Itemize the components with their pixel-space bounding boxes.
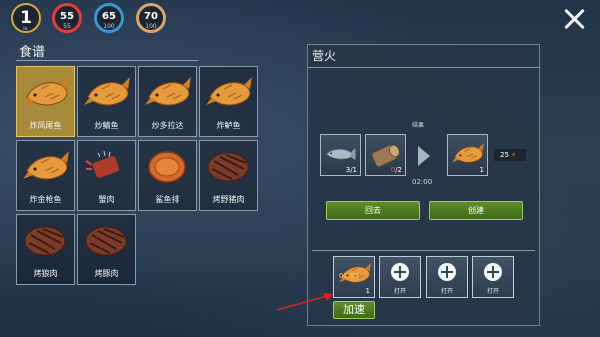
recipe-label: 炸金枪鱼: [29, 195, 62, 204]
energy-cost: 25 ⚡: [494, 149, 526, 161]
back-button[interactable]: 回去: [326, 201, 420, 220]
recipe-label: 炒多拉达: [151, 121, 184, 130]
bolt-icon: ⚡: [511, 151, 517, 159]
result-label: 结果: [412, 122, 425, 129]
water-gauge: 65 100: [94, 3, 124, 33]
water-max: 100: [103, 23, 115, 30]
fried-fish-icon: [23, 150, 69, 180]
recipe-label: 炸凤尾鱼: [29, 121, 62, 130]
recipe-tile[interactable]: 炸鲈鱼: [199, 66, 258, 137]
recipes-divider: [16, 60, 198, 61]
recipe-label: 炒鲭鱼: [94, 121, 119, 130]
steak-icon: [207, 152, 249, 182]
recipe-label: 烤野猪肉: [212, 195, 245, 204]
shark-steak-icon: [148, 151, 186, 183]
recipe-tile[interactable]: 烤野猪肉: [199, 140, 258, 211]
health-gauge: 55 55: [52, 3, 82, 33]
recipe-tile[interactable]: 鲨鱼排: [138, 140, 197, 211]
speed-up-button[interactable]: 加速: [333, 301, 375, 319]
log-icon: [370, 143, 402, 168]
queue-slot-label: 打开: [486, 288, 499, 295]
result-slot: 1: [447, 134, 488, 176]
recipe-tile[interactable]: 炒鲭鱼: [77, 66, 136, 137]
status-bar: 1 lv. 55 55 65 100 70 100: [0, 0, 600, 40]
raw-fish-icon: [326, 147, 356, 161]
ingredient-need: /2: [395, 166, 402, 174]
arrow-right-icon: [418, 146, 430, 166]
campfire-title: 营火: [312, 49, 337, 63]
level-indicator: 1 lv.: [11, 3, 41, 33]
food-value: 70: [144, 11, 158, 22]
plus-icon: [391, 263, 409, 281]
queue-slot-cooking[interactable]: 01:57 1: [333, 256, 375, 298]
queue-slot-label: 打开: [440, 288, 453, 295]
energy-value: 25: [500, 151, 509, 159]
recipe-label: 炸鲈鱼: [216, 121, 241, 130]
queue-slot-label: 打开: [393, 288, 406, 295]
steak-icon: [85, 226, 127, 256]
recipe-tile[interactable]: 炸凤尾鱼: [16, 66, 75, 137]
plus-icon: [438, 263, 456, 281]
recipe-tile[interactable]: 炒多拉达: [138, 66, 197, 137]
recipe-label: 蟹肉: [98, 195, 115, 204]
craft-time: 02:00: [412, 178, 433, 186]
ingredient-slot: 0/2: [365, 134, 406, 176]
recipe-label: 烤狼肉: [33, 269, 58, 278]
ingredient-need: /1: [350, 166, 357, 174]
queue-slot-empty[interactable]: 打开: [472, 256, 514, 298]
result-count: 1: [479, 166, 484, 174]
queue-slot-empty[interactable]: 打开: [426, 256, 468, 298]
food-gauge: 70 100: [136, 3, 166, 33]
recipe-tile[interactable]: 蟹肉: [77, 140, 136, 211]
level-value: 1: [20, 8, 32, 28]
recipe-tile[interactable]: 烤狼肉: [16, 214, 75, 285]
steak-icon: [24, 226, 66, 256]
queue-count: 1: [365, 287, 370, 295]
recipes-title: 食谱: [19, 45, 46, 60]
red-arrow-annotation: [276, 293, 333, 311]
campfire-divider: [307, 67, 540, 68]
queue-slot-empty[interactable]: 打开: [379, 256, 421, 298]
create-button[interactable]: 创建: [429, 201, 523, 220]
recipe-tile[interactable]: 炸金枪鱼: [16, 140, 75, 211]
fried-fish-icon: [23, 76, 69, 106]
food-max: 100: [145, 23, 157, 30]
fried-fish-icon: [84, 76, 130, 106]
health-value: 55: [60, 11, 74, 22]
fried-fish-icon: [452, 142, 484, 163]
recipe-label: 鲨鱼排: [155, 195, 180, 204]
ingredient-slot: 3/1: [320, 134, 361, 176]
crab-meat-icon: [85, 150, 122, 180]
recipe-label: 烤豚肉: [94, 269, 119, 278]
health-max: 55: [63, 23, 71, 30]
cook-timer: 01:57: [339, 272, 360, 280]
queue-divider: [312, 250, 535, 251]
fried-fish-icon: [145, 76, 191, 106]
fried-fish-icon: [206, 76, 252, 106]
water-value: 65: [102, 11, 116, 22]
recipe-tile[interactable]: 烤豚肉: [77, 214, 136, 285]
level-label: lv.: [23, 26, 29, 32]
plus-icon: [484, 263, 502, 281]
close-icon[interactable]: [561, 6, 587, 32]
